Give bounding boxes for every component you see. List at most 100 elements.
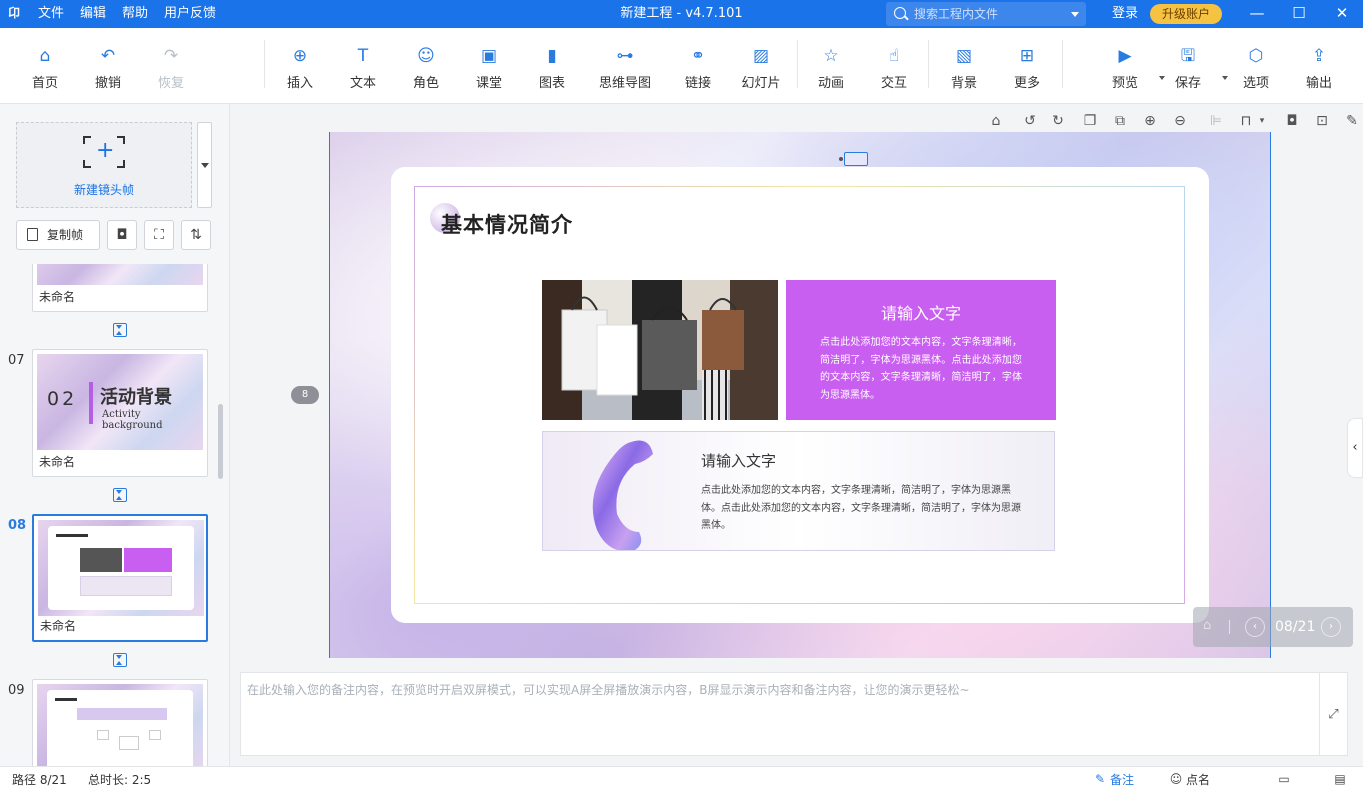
frame-name: 未命名 (39, 455, 76, 469)
interact-button[interactable]: ☝ 交互 (864, 42, 924, 92)
star-icon: ☆ (823, 46, 839, 66)
upgrade-button[interactable]: 升级账户 (1150, 4, 1222, 24)
background-button[interactable]: ▧ 背景 (934, 42, 994, 92)
duration-status: 总时长: 2:5 (88, 773, 152, 787)
path-status: 路径 8/21 (12, 773, 67, 787)
frame-thumb-06[interactable]: 未命名 (32, 264, 208, 312)
copy-frame-button[interactable]: 复制帧 (16, 220, 100, 250)
lower-box-text[interactable]: 点击此处添加您的文本内容，文字条理清晰，简洁明了，字体为思源黑体。点击此处添加您… (701, 482, 1023, 535)
thumb-accent-bar (89, 382, 93, 424)
prev-page-icon[interactable]: ‹ (1245, 617, 1265, 637)
expand-notes-button[interactable]: ⤢ (1320, 672, 1348, 756)
mindmap-button[interactable]: ⊶ 思维导图 (595, 42, 655, 92)
home-button[interactable]: ⌂ 首页 (15, 42, 75, 92)
export-button[interactable]: ⇪ 输出 (1289, 42, 1349, 92)
lower-box-heading[interactable]: 请输入文字 (701, 450, 776, 471)
folder-icon[interactable]: ▤ (1332, 771, 1348, 787)
minimize-icon[interactable]: — (1237, 0, 1277, 28)
undo-icon: ↶ (100, 46, 116, 66)
page-counter: 08/21 (1275, 619, 1316, 635)
text-box-purple[interactable]: 请输入文字 点击此处添加您的文本内容，文字条理清晰，简洁明了，字体为思源黑体。点… (786, 280, 1056, 420)
text-box-lower[interactable]: 请输入文字 点击此处添加您的文本内容，文字条理清晰，简洁明了，字体为思源黑体。点… (542, 431, 1055, 551)
menu-bar: 文件 编辑 帮助 用户反馈 (38, 0, 216, 28)
transition-icon[interactable] (113, 323, 127, 337)
frame-thumb-09[interactable] (32, 679, 208, 766)
chart-button[interactable]: ▮ 图表 (522, 42, 582, 92)
copy-icon (27, 225, 43, 241)
align-icon[interactable]: ⊫ (1207, 112, 1225, 130)
rotate-right-icon[interactable]: ↻ (1049, 112, 1067, 130)
notes-input[interactable] (247, 681, 1313, 749)
purple-box-text[interactable]: 点击此处添加您的文本内容，文字条理清晰，简洁明了，字体为思源黑体。点击此处添加您… (820, 334, 1022, 404)
canvas-area[interactable]: ⌂ ↺ ↻ ❐ ⧉ ⊕ ⊖ ⊫ ⊓ ▾ ◘ ⊡ ✎ 8 基本情况简介 请输入文字… (231, 104, 1363, 660)
more-button[interactable]: ⊞ 更多 (997, 42, 1057, 92)
thumb-image: 02 活动背景 Activity background (37, 354, 203, 450)
main-toolbar: ⌂ 首页 ↶ 撤销 ↷ 恢复 ⊕ 插入 T 文本 ☺ 角色 ▣ 课堂 ▮ 图表 ⊶ 思维导图 ⚭ 链… (0, 28, 1363, 104)
transition-icon[interactable] (113, 653, 127, 667)
frame-name: 未命名 (39, 290, 76, 304)
text-button[interactable]: T 文本 (333, 42, 393, 92)
frame-handle[interactable] (839, 152, 868, 166)
frame-thumb-07[interactable]: 02 活动背景 Activity background 未命名 (32, 349, 208, 477)
slide-title[interactable]: 基本情况简介 (441, 209, 573, 239)
options-button[interactable]: ⬡ 选项 (1226, 42, 1286, 92)
slides-button[interactable]: ▨ 幻灯片 (731, 42, 791, 92)
maximize-icon[interactable]: ☐ (1279, 0, 1319, 28)
link-button[interactable]: ⚭ 链接 (668, 42, 728, 92)
edit-icon[interactable]: ✎ (1343, 112, 1361, 130)
frame-thumb-08[interactable]: 未命名 (32, 514, 208, 642)
search-input[interactable] (914, 5, 1064, 23)
notes-toggle[interactable]: 备注 (1110, 771, 1134, 788)
thumbnail-scrollbar[interactable] (218, 404, 223, 479)
path-index-badge[interactable]: 8 (291, 386, 319, 404)
frame-fit-button[interactable]: ⛶ (144, 220, 174, 250)
screen-icon[interactable]: ▭ (1276, 771, 1292, 787)
title-bar: 卬 文件 编辑 帮助 用户反馈 新建工程 - v4.7.101 登录 升级账户 … (0, 0, 1363, 28)
home-icon[interactable]: ⌂ (1203, 619, 1217, 633)
close-icon[interactable]: ✕ (1322, 0, 1362, 28)
menu-feedback[interactable]: 用户反馈 (164, 0, 216, 28)
lock-dropdown-icon[interactable]: ▾ (1253, 112, 1271, 130)
zoom-out-icon[interactable]: ⊖ (1171, 112, 1189, 130)
new-frame-button[interactable]: + 新建镜头帧 (16, 122, 192, 208)
frame-thumbnail-list[interactable]: 未命名 07 02 活动背景 Activity background 未命名 0… (0, 264, 220, 766)
shopping-photo[interactable] (542, 280, 778, 420)
camera-button[interactable]: ◘ (107, 220, 137, 250)
record-icon[interactable]: ⊡ (1313, 112, 1331, 130)
role-button[interactable]: ☺ 角色 (396, 42, 456, 92)
zoom-in-icon[interactable]: ⊕ (1141, 112, 1159, 130)
thumb-title: 活动背景 (100, 387, 172, 408)
search-box[interactable] (886, 2, 1086, 26)
mindmap-icon: ⊶ (616, 46, 634, 66)
expand-right-panel-button[interactable]: ‹ (1347, 418, 1363, 478)
preview-button[interactable]: ▶ 预览 (1095, 42, 1165, 92)
save-button[interactable]: 🖫 保存 (1158, 42, 1228, 92)
slide-background[interactable]: 基本情况简介 请输入文字 点击此处添加您的文本内容，文字条理清晰，简洁明了，字体… (329, 132, 1271, 658)
animation-button[interactable]: ☆ 动画 (801, 42, 861, 92)
menu-edit[interactable]: 编辑 (80, 0, 106, 28)
home-icon: ⌂ (39, 46, 51, 66)
next-page-icon[interactable]: › (1321, 617, 1341, 637)
paste-view-icon[interactable]: ⧉ (1111, 112, 1129, 130)
slide-card[interactable]: 基本情况简介 请输入文字 点击此处添加您的文本内容，文字条理清晰，简洁明了，字体… (391, 167, 1209, 623)
reorder-button[interactable]: ⇅ (181, 220, 211, 250)
new-frame-label: 新建镜头帧 (73, 183, 134, 197)
menu-help[interactable]: 帮助 (122, 0, 148, 28)
new-frame-dropdown[interactable] (197, 122, 212, 208)
copy-view-icon[interactable]: ❐ (1081, 112, 1099, 130)
search-dropdown-icon[interactable] (1071, 12, 1079, 17)
login-link[interactable]: 登录 (1112, 0, 1138, 28)
insert-button[interactable]: ⊕ 插入 (270, 42, 330, 92)
purple-box-heading[interactable]: 请输入文字 (786, 300, 1056, 324)
rotate-left-icon[interactable]: ↺ (1021, 112, 1039, 130)
class-button[interactable]: ▣ 课堂 (459, 42, 519, 92)
thumb-title-number: 02 (47, 388, 78, 410)
home-view-icon[interactable]: ⌂ (987, 112, 1005, 130)
redo-button[interactable]: ↷ 恢复 (141, 42, 201, 92)
rollcall-button[interactable]: 点名 (1186, 771, 1210, 788)
screenshot-icon[interactable]: ◘ (1283, 112, 1301, 130)
thumb-image (38, 520, 204, 616)
menu-file[interactable]: 文件 (38, 0, 64, 28)
transition-icon[interactable] (113, 488, 127, 502)
undo-button[interactable]: ↶ 撤销 (78, 42, 138, 92)
